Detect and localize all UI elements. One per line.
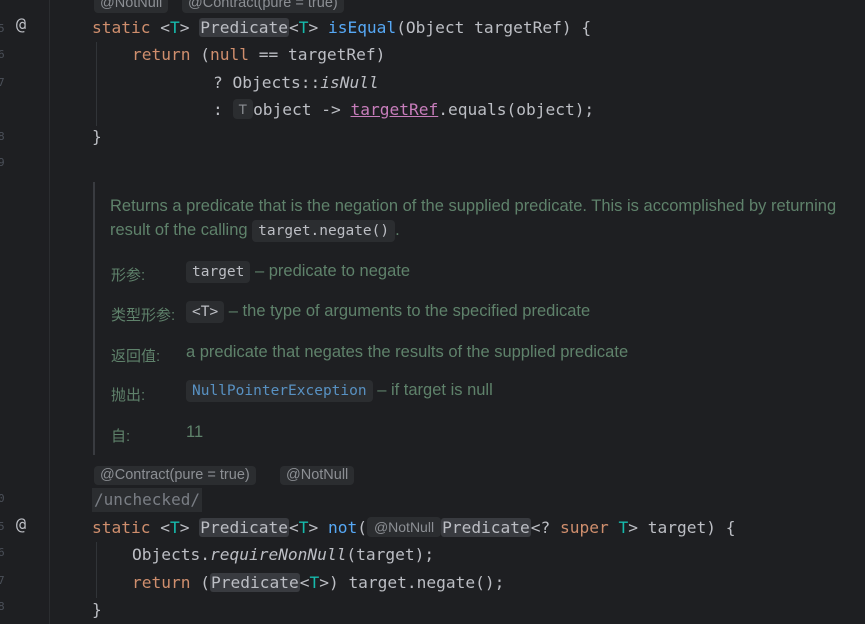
type-inlay-hint: T [232,99,254,119]
line-number: 9 [0,156,5,169]
code-line: ? Objects::isNull [213,71,379,95]
type-param: T [298,518,309,537]
punct: > [308,18,319,37]
notnull-annotation-hint: @NotNull [94,0,169,13]
expr: .equals(object); [438,100,595,119]
line-number: 8 [0,600,5,613]
punct: : [213,100,233,119]
params: > target) { [628,518,736,537]
class-ref[interactable]: Predicate [199,18,289,37]
line-number: 5 [0,22,5,35]
doc-text: result of the calling [110,221,253,239]
expr: >) target.negate(); [319,573,505,592]
since-value: 11 [186,423,204,441]
class-ref[interactable]: Predicate [441,518,531,537]
code-line: return (Predicate<T>) target.negate(); [132,571,504,595]
punct: <? [530,518,561,537]
returns-desc: a predicate that negates the results of … [186,343,629,361]
line-number: 8 [0,130,5,143]
keyword: super [560,518,609,537]
param-row: target – predicate to negate [186,261,410,283]
class-ref[interactable]: Predicate [209,573,300,592]
keyword: return [132,45,191,64]
expr: Objects. [132,545,210,564]
punct: > [179,18,190,37]
contract-annotation-hint: @Contract(pure = true) [182,0,344,13]
throws-label: 抛出: [111,387,146,404]
comment: /unchecked/ [92,488,202,512]
line-number: 7 [0,574,5,587]
line-number: 7 [0,76,5,89]
punct: ( [200,45,210,64]
line-number: 0 [0,492,5,505]
method-ref[interactable]: requireNonNull [210,545,346,564]
type-param: T [169,18,180,37]
exception-link[interactable]: NullPointerException [186,380,373,402]
type-params-label: 类型形参: [111,307,176,324]
code-line: Objects.requireNonNull(target); [132,543,434,567]
override-marker-icon[interactable]: @ [11,515,31,535]
type-param-row: <T> – the type of arguments to the speci… [186,301,590,323]
notnull-annotation-hint: @NotNull [280,466,355,485]
method-name[interactable]: isEqual [328,18,396,37]
punct: ( [200,573,210,592]
type-param-chip: <T> [186,301,225,323]
method-ref[interactable]: isNull [320,73,378,92]
param-chip: target [186,261,251,283]
type-param: T [618,518,629,537]
type-param: T [309,573,320,592]
returns-label: 返回值: [111,348,161,365]
contract-annotation-hint: @Contract(pure = true) [94,466,256,485]
closing-brace: } [92,127,102,146]
type-param: T [169,518,180,537]
params-label: 形参: [111,267,146,284]
expr: ? Objects:: [213,73,321,92]
keyword: null [209,45,249,64]
keyword: static [92,518,151,537]
closing-brace: } [92,600,102,619]
expr: object -> [253,100,351,119]
line-number: 6 [0,546,5,559]
since-label: 自: [111,428,131,445]
punct: ( [357,518,367,537]
expr: == targetRef) [248,45,386,64]
keyword: static [92,18,151,37]
code-line: static <T> Predicate<T> isEqual(Object t… [92,16,591,40]
params: (Object targetRef) { [396,18,592,37]
javadoc-description: Returns a predicate that is the negation… [110,197,837,215]
doc-text: – if target is null [377,381,493,399]
javadoc-description-cont: result of the calling target.negate(). [110,220,400,242]
expr: (target); [346,545,435,564]
gutter-divider [49,0,50,624]
line-number: 5 [0,520,5,533]
override-marker-icon[interactable]: @ [11,15,31,35]
doc-text: – predicate to negate [254,262,411,280]
indent-guide [96,542,97,598]
punct: < [288,18,299,37]
code-line: return (null == targetRef) [132,43,385,67]
punct: < [299,573,310,592]
field-ref[interactable]: targetRef [351,100,439,119]
punct: < [160,18,170,37]
code-chip: target.negate() [252,220,396,242]
doc-text: – the type of arguments to the specified… [228,302,591,320]
doc-text: . [395,221,400,239]
throws-row: NullPointerException – if target is null [186,380,493,402]
type-param: T [298,18,309,37]
keyword: return [132,573,191,592]
line-number: 6 [0,48,5,61]
class-ref[interactable]: Predicate [199,518,289,537]
indent-guide [96,42,97,126]
code-line: : Tobject -> targetRef.equals(object); [213,98,594,122]
method-name[interactable]: not [328,518,357,537]
code-line: static <T> Predicate<T> not(@NotNull Pred… [92,517,736,537]
notnull-inlay-hint: @NotNull [366,517,442,537]
javadoc-bar [93,182,95,455]
